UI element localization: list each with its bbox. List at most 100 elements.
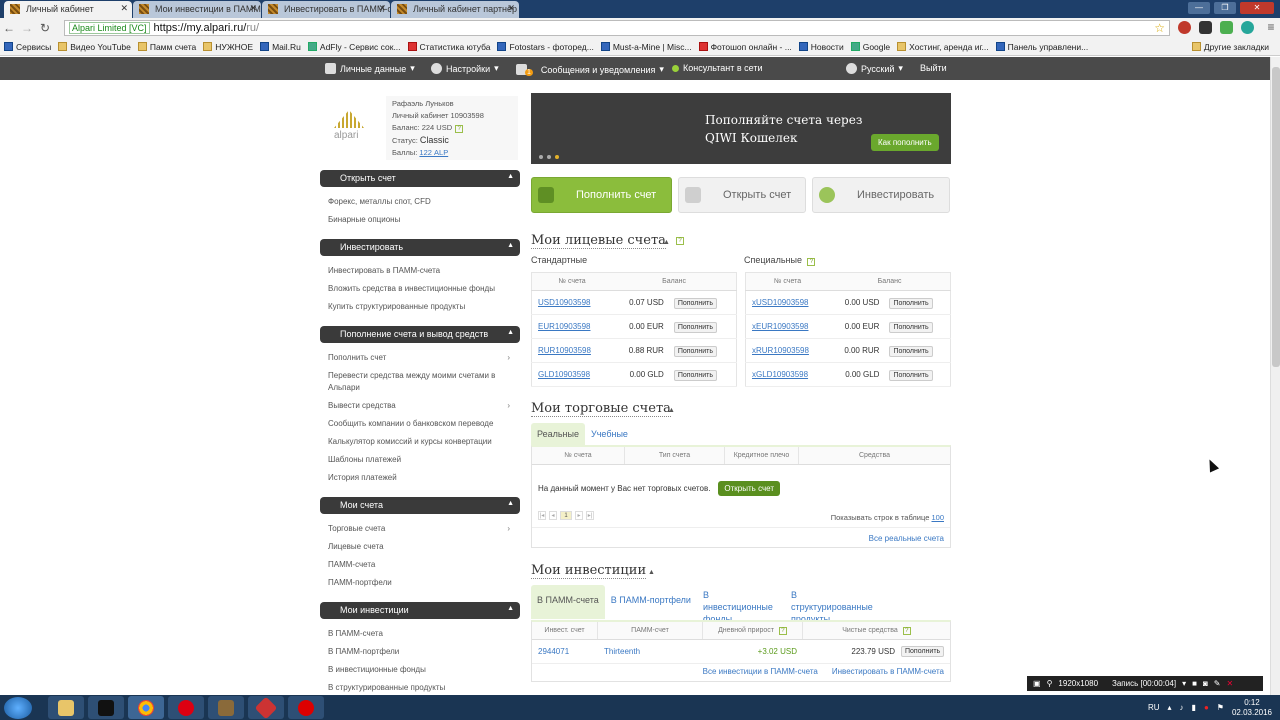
sidebar-item-payment-templates[interactable]: Шаблоны платежей [320,451,520,469]
tab-real[interactable]: Реальные [531,423,586,445]
browser-tab-2[interactable]: Мои инвестиции в ПАММ ✕ [133,1,261,18]
bookmark-link[interactable]: Mail.Ru [260,42,301,52]
deposit-button[interactable]: Пополнить счет [531,177,672,213]
consultant-online-link[interactable]: Консультант в сети [672,63,763,73]
last-page-icon[interactable]: ▸| [586,511,594,520]
account-link[interactable]: xRUR10903598 [752,346,809,355]
account-link[interactable]: xEUR10903598 [752,322,808,331]
reload-icon[interactable]: ↻ [36,21,54,35]
bookmark-folder[interactable]: НУЖНОЕ [203,42,253,52]
sidebar-section-deposit-withdraw[interactable]: Пополнение счета и вывод средств [320,326,520,343]
sidebar-item-inv-funds[interactable]: В инвестиционные фонды [320,661,520,679]
sidebar-item-trading-accounts[interactable]: Торговые счета › [320,520,520,538]
prev-page-icon[interactable]: ◂ [549,511,557,520]
browser-tab-3[interactable]: Инвестировать в ПАММ-с ✕ [262,1,390,18]
sidebar-item-forex[interactable]: Форекс, металлы спот, CFD [320,193,520,211]
topup-button[interactable]: Пополнить [889,322,933,333]
help-icon[interactable]: ? [902,627,911,635]
personal-data-menu[interactable]: Личные данные ▾ [325,63,415,74]
pager-dot[interactable] [539,155,543,159]
scrollbar-thumb[interactable] [1272,67,1280,367]
menu-icon[interactable]: ≡ [1262,20,1280,34]
flag-icon[interactable]: ⚑ [1217,703,1224,712]
taskbar-explorer[interactable] [48,696,84,719]
taskbar-recorder[interactable] [288,696,324,719]
close-icon[interactable]: ✕ [249,3,257,14]
camera-icon[interactable]: ◙ [1203,679,1208,688]
all-pamm-investments-link[interactable]: Все инвестиции в ПАММ-счета [703,667,818,676]
topup-button[interactable]: Пополнить [889,370,933,381]
zoom-icon[interactable]: ⚲ [1047,679,1053,688]
tab-pamm-portfolios[interactable]: В ПАММ-портфели [605,585,697,615]
pencil-icon[interactable]: ✎ [1214,679,1221,688]
open-account-button-small[interactable]: Открыть счет [718,481,780,496]
bookmark-link[interactable]: AdFly - Сервис сок... [307,42,401,52]
sidebar-item-invest-pamm[interactable]: Инвестировать в ПАММ-счета [320,262,520,280]
start-button[interactable] [4,696,32,719]
topup-button[interactable]: Пополнить [889,346,933,357]
taskbar-chrome[interactable] [128,696,164,719]
first-page-icon[interactable]: |◂ [538,511,546,520]
stop-icon[interactable]: ■ [1192,679,1197,688]
bookmark-link[interactable]: Фотошоп онлайн - ... [698,42,792,52]
sidebar-item-payment-history[interactable]: История платежей [320,469,520,487]
language-menu[interactable]: Русский ▾ [846,63,903,74]
sidebar-section-my-investments[interactable]: Мои инвестиции [320,602,520,619]
url-field[interactable]: Alpari Limited [VC] https://my.alpari.ru… [64,20,1170,36]
sidebar-item-fee-calculator[interactable]: Калькулятор комиссий и курсы конвертации [320,433,520,451]
bookmark-apps[interactable]: Сервисы [4,42,51,52]
account-link[interactable]: EUR10903598 [538,322,590,331]
sidebar-section-invest[interactable]: Инвестировать [320,239,520,256]
invest-pamm-link[interactable]: Инвестировать в ПАММ-счета [832,667,944,676]
bookmark-link[interactable]: Новости [798,42,844,52]
taskbar-minecraft[interactable] [208,696,244,719]
forward-arrow-icon[interactable]: → [18,21,36,35]
bookmark-link[interactable]: Must-a-Mine | Misc... [600,42,692,52]
back-arrow-icon[interactable]: ← [0,21,18,35]
bookmark-link[interactable]: Хостинг, аренда иг... [897,42,989,52]
taskbar-media[interactable] [88,696,124,719]
sidebar-section-open-account[interactable]: Открыть счет [320,170,520,187]
sidebar-item-pamm-portfolios[interactable]: ПАММ-портфели [320,574,520,592]
bookmark-link[interactable]: Google [850,42,890,52]
star-icon[interactable]: ☆ [1154,21,1165,35]
record-tray-icon[interactable]: ● [1204,703,1209,712]
collapse-arrow-icon[interactable]: ▲ [668,407,675,414]
close-icon[interactable]: ✕ [507,3,515,14]
dropdown-icon[interactable]: ▾ [1182,679,1186,688]
all-real-accounts-link[interactable]: Все реальные счета [869,534,944,543]
taskbar-app[interactable] [248,696,284,719]
help-icon[interactable]: ? [676,237,684,245]
topup-button[interactable]: Пополнить [673,322,717,333]
next-page-icon[interactable]: ▸ [575,511,583,520]
messages-menu[interactable]: 1 Сообщения и уведомления ▾ [516,63,664,76]
browser-tab-1[interactable]: Личный кабинет ✕ [4,1,132,18]
volume-icon[interactable]: ♪ [1180,703,1184,712]
collapse-arrow-icon[interactable]: ▲ [663,239,670,246]
close-icon[interactable]: ✕ [120,3,128,14]
account-link[interactable]: RUR10903598 [538,346,591,355]
current-page[interactable]: 1 [560,511,572,520]
sidebar-item-inv-pamm[interactable]: В ПАММ-счета [320,625,520,643]
open-account-button[interactable]: Открыть счет [678,177,806,213]
help-icon[interactable]: ? [807,258,816,266]
sidebar-item-transfer[interactable]: Перевести средства между моими счетами в… [320,367,520,397]
invest-account-link[interactable]: 2944071 [532,647,598,656]
adblock-extension-icon[interactable] [1178,21,1191,34]
account-link[interactable]: xUSD10903598 [752,298,808,307]
sidebar-item-bank-transfer-report[interactable]: Сообщить компании о банковском переводе [320,415,520,433]
points-link[interactable]: 122 ALP [419,148,448,157]
network-icon[interactable]: ▮ [1192,703,1196,712]
language-indicator[interactable]: RU [1148,703,1160,712]
account-link[interactable]: USD10903598 [538,298,590,307]
browser-tab-4[interactable]: Личный кабинет партнёр ✕ [391,1,519,18]
tab-demo[interactable]: Учебные [585,423,634,445]
tray-arrow-icon[interactable]: ▴ [1168,703,1172,712]
promo-banner[interactable]: Пополняйте счета через QIWI Кошелек Как п… [531,93,951,164]
account-link[interactable]: GLD10903598 [538,370,590,379]
sidebar-item-pamm-accounts[interactable]: ПАММ-счета [320,556,520,574]
download-extension-icon[interactable] [1220,21,1233,34]
sidebar-item-personal-accounts[interactable]: Лицевые счета [320,538,520,556]
minimize-button[interactable]: — [1188,2,1210,14]
extension-icon[interactable] [1241,21,1254,34]
